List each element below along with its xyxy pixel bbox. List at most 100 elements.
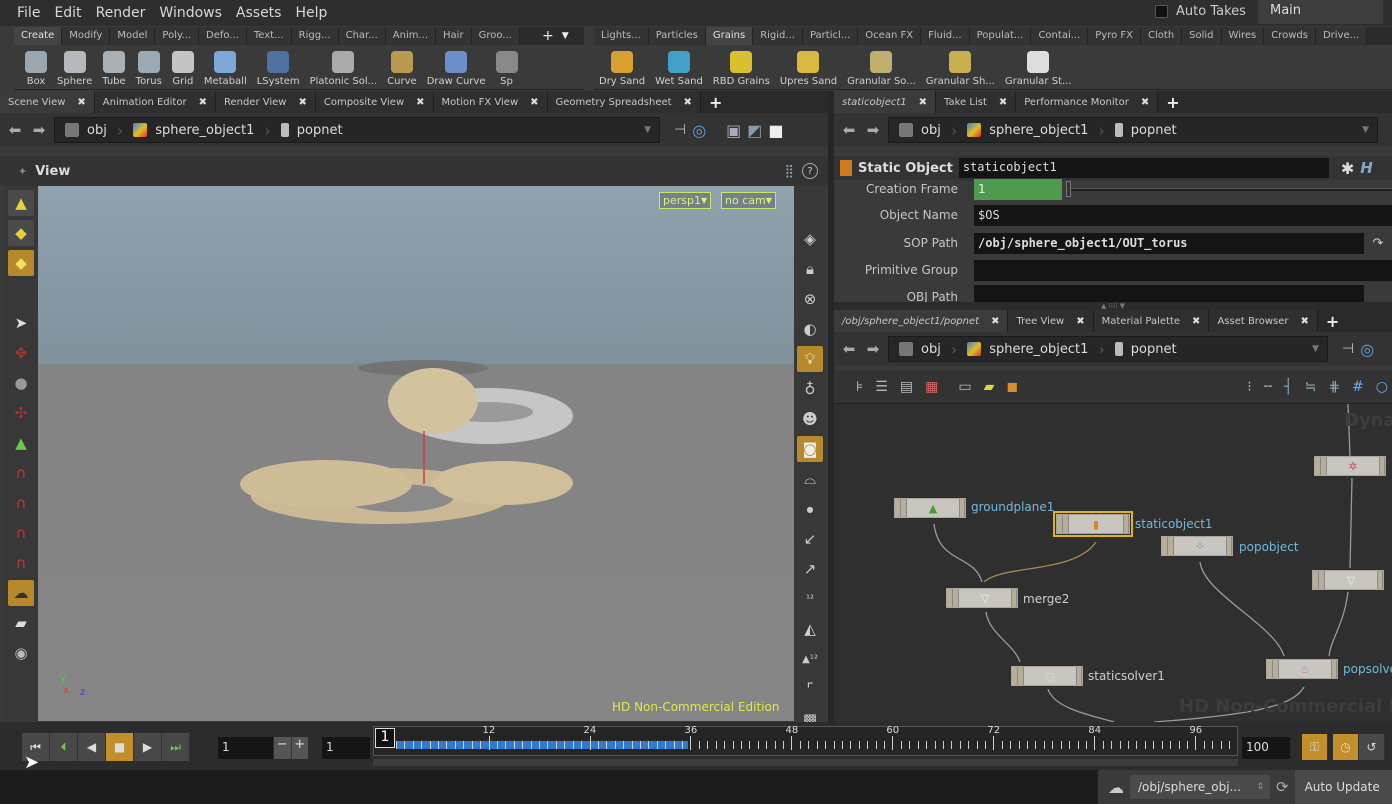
hull-icon[interactable]: ⌜ xyxy=(797,676,823,702)
shelf-tool-draw-curve[interactable]: Draw Curve xyxy=(422,45,491,90)
view-menu-icon[interactable]: ✦ xyxy=(18,165,27,178)
snap-prim-icon[interactable]: ∩ xyxy=(8,490,34,516)
close-icon[interactable]: ✖ xyxy=(1300,316,1308,327)
shelf-tool-box[interactable]: Box xyxy=(20,45,52,90)
lock-camera-icon[interactable]: 🔒︎ xyxy=(797,256,823,282)
shelf-tab-fluid[interactable]: Fluid... xyxy=(921,27,970,45)
increment-button[interactable]: + xyxy=(290,737,308,759)
object-name-field[interactable]: $OS xyxy=(974,204,1392,226)
shelf-tab-lights[interactable]: Lights... xyxy=(594,27,649,45)
prim-numbers-icon[interactable]: ▲¹² xyxy=(797,646,823,672)
grid-icon[interactable]: # xyxy=(1352,379,1364,395)
back-arrow-icon[interactable]: ⬅ xyxy=(6,121,24,139)
shelf-tab-groo[interactable]: Groo... xyxy=(471,27,520,45)
tab-performance-monitor[interactable]: Performance Monitor ✖ xyxy=(1016,91,1159,113)
high-quality-light-icon[interactable]: 💡︎ xyxy=(797,346,823,372)
shelf-tool-grid[interactable]: Grid xyxy=(167,45,199,90)
update-mode-button[interactable]: Auto Update xyxy=(1294,770,1392,804)
start-frame-field[interactable]: 1 xyxy=(322,737,370,759)
crumb-sphere-object1[interactable]: sphere_object1 xyxy=(123,123,264,138)
path-dropdown-icon[interactable]: ▼ xyxy=(644,125,659,135)
forward-arrow-icon[interactable]: ➡ xyxy=(30,121,48,139)
move-tool-icon[interactable]: ✥ xyxy=(8,340,34,366)
timeline-scrollbar[interactable] xyxy=(373,759,1238,766)
jump-to-end-icon[interactable]: ⏭ xyxy=(162,733,190,761)
close-icon[interactable]: ✖ xyxy=(199,97,207,108)
close-icon[interactable]: ✖ xyxy=(684,97,692,108)
parameter-icon[interactable]: ▤ xyxy=(900,379,913,395)
layout-across-icon[interactable]: ≒ xyxy=(1305,379,1317,395)
shelf-tool-lsystem[interactable]: LSystem xyxy=(252,45,305,90)
pane-resize-handle[interactable]: ▲ ⁞⁞⁞⁞ ▼ xyxy=(834,302,1392,310)
scene-viewport[interactable] xyxy=(38,186,794,721)
search-icon[interactable]: ○ xyxy=(1376,379,1388,395)
shelf-tab-rigid[interactable]: Rigid... xyxy=(753,27,803,45)
node-popobject[interactable]: ⁘ xyxy=(1161,536,1233,556)
color-palette-icon[interactable]: ▦ xyxy=(925,379,938,395)
target-icon[interactable]: ◎ xyxy=(1360,340,1374,359)
node-name-field[interactable]: staticobject1 xyxy=(958,158,1329,178)
step-back-key-icon[interactable]: ⏴ xyxy=(50,733,78,761)
realtime-icon[interactable]: ◷ xyxy=(1333,734,1359,760)
menu-file[interactable]: File xyxy=(0,5,47,21)
tab-render-view[interactable]: Render View ✖ xyxy=(215,91,316,113)
close-icon[interactable]: ✖ xyxy=(1192,316,1200,327)
shelf-tab-anim[interactable]: Anim... xyxy=(385,27,437,45)
add-tab-icon[interactable]: + xyxy=(1318,312,1347,331)
menu-edit[interactable]: Edit xyxy=(47,5,88,21)
shelf-tool-platonic-sol[interactable]: Platonic Sol... xyxy=(305,45,383,90)
snap-grid-icon[interactable]: ∩ xyxy=(8,460,34,486)
node-groundplane1[interactable]: ▲ xyxy=(894,498,966,518)
shelf-tab-pyro-fx[interactable]: Pyro FX xyxy=(1088,27,1142,45)
path-dropdown-icon[interactable]: ▼ xyxy=(1362,125,1377,135)
obj-path-field[interactable] xyxy=(974,285,1364,302)
background-icon[interactable]: ◙ xyxy=(797,436,823,462)
point-normals-icon[interactable]: ↙ xyxy=(797,526,823,552)
layout-down-icon[interactable]: ┤ xyxy=(1284,379,1292,395)
shelf-add[interactable]: + ▼ xyxy=(536,27,584,45)
shelf-tool-upres-sand[interactable]: Upres Sand xyxy=(775,45,842,90)
current-frame-field[interactable]: 1 xyxy=(218,737,273,759)
node-merge2[interactable]: ▽ xyxy=(946,588,1018,608)
tab-tree-view[interactable]: Tree View ✖ xyxy=(1008,310,1094,332)
back-arrow-icon[interactable]: ⬅ xyxy=(840,121,858,139)
tab-take-list[interactable]: Take List ✖ xyxy=(936,91,1017,113)
shelf-tool-metaball[interactable]: Metaball xyxy=(199,45,252,90)
tab-composite-view[interactable]: Composite View ✖ xyxy=(315,91,434,113)
align-vertical-icon[interactable]: ⁝ xyxy=(1247,379,1251,395)
rotate-tool-icon[interactable]: ● xyxy=(8,370,34,396)
auto-takes-checkbox[interactable] xyxy=(1155,5,1168,18)
visualizer-icon[interactable]: ⌓ xyxy=(797,466,823,492)
sticky-note-icon[interactable]: ▰ xyxy=(984,379,995,395)
crumb-obj[interactable]: obj xyxy=(889,123,951,138)
play-reverse-icon[interactable]: ◀ xyxy=(78,733,106,761)
normal-light-icon[interactable]: ◐ xyxy=(797,316,823,342)
display-options-icon[interactable]: ▣ xyxy=(726,121,741,140)
shelf-tab-poly[interactable]: Poly... xyxy=(155,27,200,45)
handle-tool-icon[interactable]: ▲ xyxy=(8,430,34,456)
gear-icon[interactable]: ✱ xyxy=(1341,159,1354,178)
shelf-tab-cloth[interactable]: Cloth xyxy=(1141,27,1183,45)
sop-path-field[interactable]: /obj/sphere_object1/OUT_torus xyxy=(974,232,1364,254)
list-icon[interactable]: ☰ xyxy=(875,379,888,395)
add-tab-icon[interactable]: + xyxy=(701,93,730,112)
target-icon[interactable]: ◎ xyxy=(692,121,706,140)
node-merge-right[interactable]: ▽ xyxy=(1312,570,1384,590)
forward-arrow-icon[interactable]: ➡ xyxy=(864,121,882,139)
menu-render[interactable]: Render xyxy=(89,5,153,21)
auto-takes[interactable]: Auto Takes xyxy=(1155,4,1246,19)
shelf-tab-grains[interactable]: Grains xyxy=(705,27,754,45)
crumb-popnet[interactable]: popnet xyxy=(1105,342,1187,357)
snap-point-icon[interactable]: ∩ xyxy=(8,520,34,546)
end-frame-field[interactable]: 100 xyxy=(1242,737,1290,759)
scale-tool-icon[interactable]: ✣ xyxy=(8,400,34,426)
node-staticobject1[interactable]: ▮ xyxy=(1053,511,1133,537)
shelf-tab-char[interactable]: Char... xyxy=(338,27,386,45)
display-visibility-icon[interactable]: ◈ xyxy=(797,226,823,252)
node-popsource[interactable]: ✲ xyxy=(1314,456,1386,476)
shelf-tool-sphere[interactable]: Sphere xyxy=(52,45,97,90)
pin-icon[interactable]: ⊣ xyxy=(1342,341,1354,357)
tab-scene-view[interactable]: Scene View ✖ xyxy=(0,91,95,113)
chevron-down-icon[interactable]: ▼ xyxy=(562,31,569,41)
close-icon[interactable]: ✖ xyxy=(1141,97,1149,108)
